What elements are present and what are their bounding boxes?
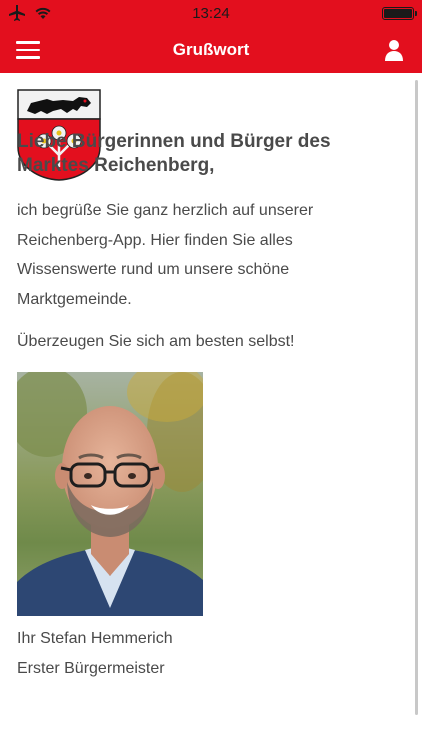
signature-name: Ihr Stefan Hemmerich — [17, 630, 173, 647]
status-bar: 13:24 — [0, 0, 422, 27]
signature-title: Erster Bürgermeister — [17, 660, 165, 677]
greeting-paragraph: ich begrüße Sie ganz herzlich auf unsere… — [17, 202, 314, 308]
greeting-paragraph-closing: Überzeugen Sie sich am besten selbst! — [17, 333, 295, 350]
mayor-portrait-image — [17, 372, 203, 616]
page-title: Grußwort — [172, 40, 250, 59]
user-icon[interactable] — [384, 39, 404, 61]
scrollbar[interactable] — [415, 80, 418, 715]
battery-icon — [382, 7, 417, 20]
status-time: 13:24 — [192, 5, 230, 22]
greeting-heading: Liebe Bürgerinnen und Bürger des Marktes… — [17, 131, 331, 176]
navigation-bar: Grußwort — [0, 27, 422, 73]
